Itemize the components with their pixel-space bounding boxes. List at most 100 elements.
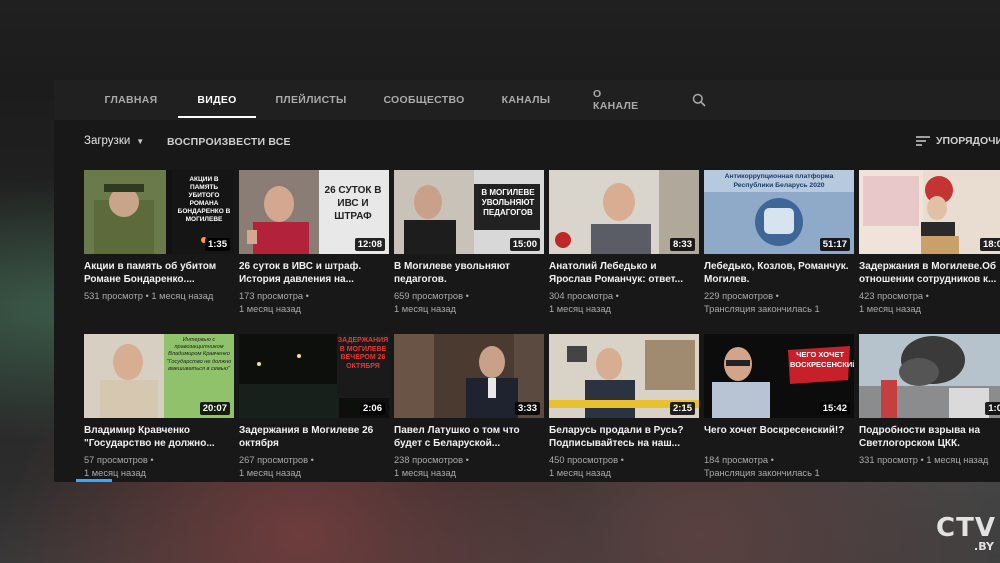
video-views: 331 просмотр • 1 месяц назад — [859, 455, 989, 465]
thumbnail-image-woman — [859, 170, 1000, 254]
duration-badge: 15:42 — [819, 402, 850, 415]
video-thumbnail[interactable]: В МОГИЛЕВЕ УВОЛЬНЯЮТ ПЕДАГОГОВ 15:00 — [394, 170, 544, 254]
video-card[interactable]: В МОГИЛЕВЕ УВОЛЬНЯЮТ ПЕДАГОГОВ 15:00 В М… — [394, 170, 544, 320]
video-views: 238 просмотров • — [394, 455, 469, 465]
video-views: 659 просмотров • — [394, 291, 469, 301]
video-card[interactable]: 2:15 Беларусь продали в Русь? Подписывай… — [549, 334, 699, 482]
video-title[interactable]: Владимир Кравченко "Государство не должн… — [84, 425, 234, 450]
video-meta: 267 просмотров • 1 месяц назад — [239, 454, 389, 480]
video-age: Трансляция закончилась 1 — [704, 468, 820, 478]
video-thumbnail[interactable]: ЗАДЕРЖАНИЯ В МОГИЛЕВЕ ВЕЧЕРОМ 26 ОКТЯБРЯ… — [239, 334, 389, 418]
uploads-label: Загрузки — [84, 135, 131, 147]
video-views: 173 просмотра • — [239, 291, 309, 301]
video-title[interactable]: Задержания в Могилеве 26 октября — [239, 425, 389, 450]
thumbnail-caption: Интервью с правозащитником Владимиром Кр… — [166, 337, 232, 372]
video-age: 1 месяц назад — [549, 304, 611, 314]
video-thumbnail[interactable]: 3:33 — [394, 334, 544, 418]
video-age: 1 месяц назад — [394, 468, 456, 478]
video-title[interactable]: Беларусь продали в Русь? Подписывайтесь … — [549, 425, 699, 450]
tab-about[interactable]: О КАНАЛЕ — [593, 80, 647, 120]
video-meta: 450 просмотров • 1 месяц назад — [549, 454, 699, 480]
duration-badge: 51:17 — [819, 238, 850, 251]
video-card[interactable]: 1:0 Подробности взрыва на Светлогорском … — [859, 334, 1000, 482]
video-card[interactable]: Антикоррупционная платформа Республики Б… — [704, 170, 854, 320]
video-meta: 229 просмотров • Трансляция закончилась 1 — [704, 290, 854, 316]
duration-badge: 18:0 — [979, 238, 1000, 251]
sort-label: УПОРЯДОЧИ — [936, 135, 1000, 147]
duration-badge: 1:0 — [985, 402, 1000, 415]
video-meta: 238 просмотров • 1 месяц назад — [394, 454, 544, 480]
scroll-indicator — [76, 479, 112, 482]
video-title[interactable]: В Могилеве увольняют педагогов. — [394, 261, 544, 286]
video-views: 229 просмотров • — [704, 291, 779, 301]
video-age: 1 месяц назад — [394, 304, 456, 314]
video-card[interactable]: Акции в память убитого РОМАНА БОНДАРЕНКО… — [84, 170, 234, 320]
video-title[interactable]: Анатолий Лебедько и Ярослав Романчук: от… — [549, 261, 699, 286]
video-views: 304 просмотра • — [549, 291, 619, 301]
duration-badge: 15:00 — [509, 238, 540, 251]
video-title[interactable]: Лебедько, Козлов, Романчук. Могилев. — [704, 261, 854, 286]
video-thumbnail[interactable]: Интервью с правозащитником Владимиром Кр… — [84, 334, 234, 418]
videos-toolbar: Загрузки ▼ ВОСПРОИЗВЕСТИ ВСЕ УПОРЯДОЧИ — [54, 135, 1000, 155]
video-thumbnail[interactable]: 1:0 — [859, 334, 1000, 418]
thumbnail-caption: ЧЕГО ХОЧЕТ ВОСКРЕСЕНСКИЙ!? — [790, 350, 854, 369]
video-views: 267 просмотров • — [239, 455, 314, 465]
video-meta: 304 просмотра • 1 месяц назад — [549, 290, 699, 316]
tab-videos[interactable]: ВИДЕО — [178, 80, 256, 120]
youtube-channel-screen: ГЛАВНАЯ ВИДЕО ПЛЕЙЛИСТЫ СООБЩЕСТВО КАНАЛ… — [54, 80, 1000, 482]
video-views: 57 просмотров • — [84, 455, 154, 465]
video-thumbnail[interactable]: ЧЕГО ХОЧЕТ ВОСКРЕСЕНСКИЙ!? 15:42 — [704, 334, 854, 418]
video-meta: 57 просмотров • 1 месяц назад — [84, 454, 234, 480]
video-title[interactable]: Задержания в Могилеве.Об отношении сотру… — [859, 261, 1000, 286]
video-card[interactable]: ЗАДЕРЖАНИЯ В МОГИЛЕВЕ ВЕЧЕРОМ 26 ОКТЯБРЯ… — [239, 334, 389, 482]
search-icon[interactable] — [692, 93, 706, 107]
video-age: 1 месяц назад — [549, 468, 611, 478]
ctv-watermark-logo: CTV .BY — [936, 515, 996, 553]
video-thumbnail[interactable]: Акции в память убитого РОМАНА БОНДАРЕНКО… — [84, 170, 234, 254]
video-meta: 531 просмотр • 1 месяц назад — [84, 290, 234, 303]
video-title[interactable]: 26 суток в ИВС и штраф. История давления… — [239, 261, 389, 286]
tab-channels[interactable]: КАНАЛЫ — [502, 80, 550, 120]
duration-badge: 2:15 — [669, 402, 695, 415]
video-age: 1 месяц назад — [239, 468, 301, 478]
thumbnail-caption: Акции в память убитого РОМАНА БОНДАРЕНКО… — [177, 176, 231, 223]
video-card[interactable]: 18:0 Задержания в Могилеве.Об отношении … — [859, 170, 1000, 320]
video-meta: 659 просмотров • 1 месяц назад — [394, 290, 544, 316]
tab-community[interactable]: СООБЩЕСТВО — [383, 80, 464, 120]
video-card[interactable]: 3:33 Павел Латушко о том что будет с Бел… — [394, 334, 544, 482]
video-title[interactable]: Чего хочет Воскресенский!? — [704, 425, 854, 450]
video-thumbnail[interactable]: 26 СУТОК В ИВС И ШТРАФ 12:08 — [239, 170, 389, 254]
thumbnail-caption: Антикоррупционная платформа Республики Б… — [724, 173, 834, 189]
duration-badge: 8:33 — [669, 238, 695, 251]
play-all-button[interactable]: ВОСПРОИЗВЕСТИ ВСЕ — [167, 136, 291, 148]
video-thumbnail[interactable]: 18:0 — [859, 170, 1000, 254]
video-meta: 173 просмотра • 1 месяц назад — [239, 290, 389, 316]
thumbnail-image-explosion — [859, 334, 1000, 418]
thumbnail-caption: 26 СУТОК В ИВС И ШТРАФ — [324, 185, 382, 222]
video-title[interactable]: Акции в память об убитом Романе Бондарен… — [84, 261, 234, 286]
duration-badge: 2:06 — [359, 402, 385, 415]
video-age: 1 месяц назад — [859, 304, 921, 314]
uploads-dropdown[interactable]: Загрузки ▼ — [84, 135, 144, 147]
video-card[interactable]: ЧЕГО ХОЧЕТ ВОСКРЕСЕНСКИЙ!? 15:42 Чего хо… — [704, 334, 854, 482]
duration-badge: 20:07 — [199, 402, 230, 415]
video-views: 450 просмотров • — [549, 455, 624, 465]
video-meta: 423 просмотра • 1 месяц назад — [859, 290, 1000, 316]
sort-button[interactable]: УПОРЯДОЧИ — [916, 135, 1000, 147]
video-card[interactable]: 8:33 Анатолий Лебедько и Ярослав Романчу… — [549, 170, 699, 320]
video-thumbnail[interactable]: Антикоррупционная платформа Республики Б… — [704, 170, 854, 254]
tab-home[interactable]: ГЛАВНАЯ — [104, 80, 157, 120]
video-meta: 184 просмотра • Трансляция закончилась 1 — [704, 454, 854, 480]
video-title[interactable]: Подробности взрыва на Светлогорском ЦКК. — [859, 425, 1000, 450]
video-views: 423 просмотра • — [859, 291, 929, 301]
video-age: Трансляция закончилась 1 — [704, 304, 820, 314]
duration-badge: 3:33 — [514, 402, 540, 415]
video-title[interactable]: Павел Латушко о том что будет с Беларуск… — [394, 425, 544, 450]
tab-playlists[interactable]: ПЛЕЙЛИСТЫ — [275, 80, 346, 120]
video-thumbnail[interactable]: 8:33 — [549, 170, 699, 254]
video-age: 1 месяц назад — [84, 468, 146, 478]
video-card[interactable]: 26 СУТОК В ИВС И ШТРАФ 12:08 26 суток в … — [239, 170, 389, 320]
video-card[interactable]: Интервью с правозащитником Владимиром Кр… — [84, 334, 234, 482]
thumbnail-caption: ЗАДЕРЖАНИЯ В МОГИЛЕВЕ ВЕЧЕРОМ 26 ОКТЯБРЯ — [337, 337, 389, 370]
video-thumbnail[interactable]: 2:15 — [549, 334, 699, 418]
